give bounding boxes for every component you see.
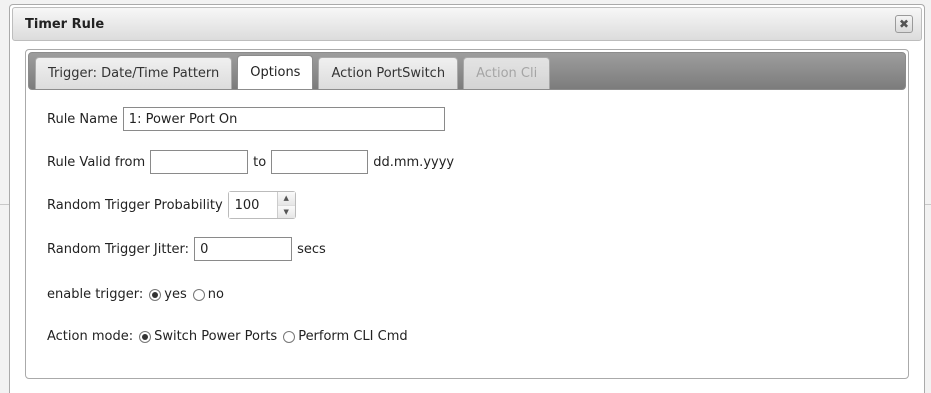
tab-options[interactable]: Options bbox=[237, 55, 314, 89]
mode-cli-label[interactable]: Perform CLI Cmd bbox=[298, 329, 407, 344]
probability-spinner[interactable]: ▲ ▼ bbox=[227, 191, 296, 219]
tab-action-cli: Action Cli bbox=[463, 57, 551, 89]
rule-valid-row: Rule Valid from to dd.mm.yyyy bbox=[47, 150, 454, 174]
mode-switch-ports-label[interactable]: Switch Power Ports bbox=[154, 329, 277, 344]
rule-name-label: Rule Name bbox=[47, 111, 118, 127]
spinner-buttons: ▲ ▼ bbox=[276, 192, 295, 218]
mode-cli-radio[interactable] bbox=[283, 330, 296, 343]
enable-trigger-label: enable trigger: bbox=[47, 287, 144, 302]
jitter-input[interactable] bbox=[194, 237, 293, 261]
probability-input[interactable] bbox=[228, 192, 277, 218]
tabs-panel: Trigger: Date/Time Pattern Options Actio… bbox=[25, 49, 909, 379]
enable-trigger-row: enable trigger: yes no bbox=[47, 287, 224, 302]
date-format-hint: dd.mm.yyyy bbox=[373, 154, 455, 170]
valid-to-label: to bbox=[253, 154, 267, 170]
timer-rule-dialog: Timer Rule ✖ Trigger: Date/Time Pattern … bbox=[9, 4, 925, 393]
close-icon[interactable]: ✖ bbox=[895, 15, 913, 33]
jitter-row: Random Trigger Jitter: secs bbox=[47, 237, 326, 261]
mode-switch-ports-radio[interactable] bbox=[139, 330, 152, 343]
probability-label: Random Trigger Probability bbox=[47, 197, 223, 213]
rule-name-input[interactable] bbox=[122, 107, 445, 131]
probability-row: Random Trigger Probability ▲ ▼ bbox=[47, 191, 296, 219]
enable-yes-label[interactable]: yes bbox=[164, 287, 186, 302]
enable-no-label[interactable]: no bbox=[208, 287, 224, 302]
action-mode-row: Action mode: Switch Power Ports Perform … bbox=[47, 329, 408, 344]
dialog-titlebar[interactable]: Timer Rule ✖ bbox=[12, 7, 922, 41]
valid-to-input[interactable] bbox=[271, 150, 369, 174]
rule-valid-label: Rule Valid from bbox=[47, 154, 146, 170]
jitter-unit: secs bbox=[297, 241, 326, 257]
tab-trigger[interactable]: Trigger: Date/Time Pattern bbox=[35, 57, 233, 89]
valid-from-input[interactable] bbox=[150, 150, 249, 174]
action-mode-label: Action mode: bbox=[47, 329, 134, 344]
chevron-up-icon[interactable]: ▲ bbox=[277, 192, 295, 205]
enable-yes-radio[interactable] bbox=[149, 288, 162, 301]
dialog-title: Timer Rule bbox=[25, 16, 105, 32]
tab-bar: Trigger: Date/Time Pattern Options Actio… bbox=[28, 52, 906, 90]
jitter-label: Random Trigger Jitter: bbox=[47, 241, 190, 257]
chevron-down-icon[interactable]: ▼ bbox=[277, 204, 295, 218]
rule-name-row: Rule Name bbox=[47, 107, 450, 131]
tab-action-portswitch[interactable]: Action PortSwitch bbox=[318, 57, 459, 89]
enable-no-radio[interactable] bbox=[192, 288, 205, 301]
